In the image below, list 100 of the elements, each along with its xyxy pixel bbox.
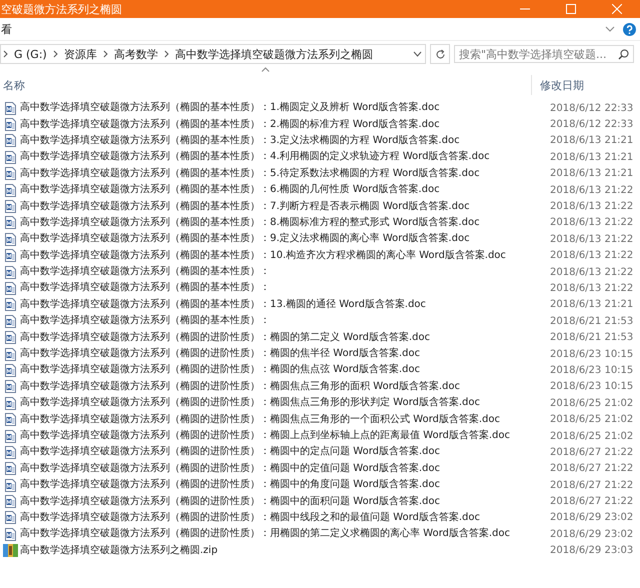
ribbon-tab[interactable]: 看 — [0, 22, 605, 36]
document-icon — [4, 380, 16, 394]
file-name[interactable]: 高中数学选择填空破题微方法系列（椭圆的进阶性质）：椭圆中的定点问题 Word版含答案.doc — [20, 445, 542, 460]
file-name[interactable]: 高中数学选择填空破题微方法系列（椭圆的基本性质）：8.椭圆标准方程的整式形式 Word版含答案.doc — [20, 216, 542, 230]
maximize-icon[interactable] — [566, 4, 576, 14]
help-icon[interactable] — [623, 22, 636, 36]
file-name[interactable]: 高中数学选择填空破题微方法系列（椭圆的进阶性质）：椭圆焦点三角形的一个面积公式 Word版含答案.doc — [20, 412, 542, 427]
modified-date: 2018/6/23 10:15 — [549, 364, 634, 376]
chevron-right-icon — [164, 50, 169, 58]
breadcrumb[interactable]: 高考数学 — [114, 46, 158, 62]
modified-date: 2018/6/27 21:22 — [549, 463, 634, 474]
file-name[interactable]: 高中数学选择填空破题微方法系列（椭圆的进阶性质）：用椭圆的第二定义求椭圆的离心率 Word版含答案.doc — [20, 527, 542, 542]
file-name[interactable]: 高中数学选择填空破题微方法系列之椭圆.zip — [20, 544, 542, 558]
modified-date: 2018/6/21 21:53 — [549, 316, 634, 327]
modified-date: 2018/6/27 21:22 — [549, 446, 634, 458]
document-icon — [4, 216, 16, 230]
file-name[interactable]: 高中数学选择填空破题微方法系列（椭圆的基本性质）：5.待定系数法求椭圆的方程 Word版含答案.doc — [20, 166, 542, 181]
file-name[interactable]: 高中数学选择填空破题微方法系列（椭圆的基本性质）：13.椭圆的通径 Word版含答案.doc — [20, 298, 542, 312]
modified-date: 2018/6/29 23:03 — [549, 545, 634, 556]
modified-date: 2018/6/23 10:15 — [549, 381, 634, 392]
modified-date: 2018/6/13 21:22 — [549, 266, 634, 278]
file-name[interactable]: 高中数学选择填空破题微方法系列（椭圆的进阶性质）：椭圆的焦点弦 Word版含答案.doc — [20, 363, 542, 378]
window-title: 空破题微方法系列之椭圆 — [0, 2, 123, 16]
modified-date: 2018/6/13 21:22 — [549, 201, 634, 212]
archive-icon — [2, 544, 18, 558]
document-icon — [4, 102, 16, 115]
column-header[interactable]: 名称 — [0, 78, 531, 92]
file-name[interactable]: 高中数学选择填空破题微方法系列（椭圆的进阶性质）：椭圆中的角度问题 Word版含答案.doc — [20, 478, 542, 492]
modified-date: 2018/6/13 21:21 — [549, 299, 634, 310]
column-header[interactable]: 修改日期 — [531, 75, 620, 95]
document-icon — [4, 134, 16, 148]
document-icon — [4, 200, 16, 214]
file-name[interactable]: 高中数学选择填空破题微方法系列（椭圆的基本性质）：4.利用椭圆的定义求轨迹方程 Word版含答案.doc — [20, 150, 542, 164]
modified-date: 2018/6/13 21:22 — [549, 234, 634, 245]
modified-date: 2018/6/13 21:21 — [549, 152, 634, 163]
document-icon — [4, 446, 16, 459]
document-icon — [4, 331, 16, 344]
file-name[interactable]: 高中数学选择填空破题微方法系列（椭圆的进阶性质）：椭圆的第二定义 Word版含答案.doc — [20, 330, 542, 345]
modified-date: 2018/6/13 21:21 — [549, 168, 634, 180]
modified-date: 2018/6/29 23:02 — [549, 528, 634, 540]
close-icon[interactable] — [612, 4, 622, 14]
document-icon — [4, 167, 16, 180]
chevron-right-icon — [3, 50, 8, 58]
chevron-right-icon — [102, 50, 108, 58]
sort-caret-icon — [260, 67, 270, 72]
modified-date: 2018/6/12 22:33 — [549, 102, 634, 114]
file-name[interactable]: 高中数学选择填空破题微方法系列（椭圆的基本性质）：9.定义法求椭圆的离心率 Word版含答案.doc — [20, 232, 542, 246]
modified-date: 2018/6/25 21:02 — [549, 430, 634, 442]
file-name[interactable]: 高中数学选择填空破题微方法系列（椭圆的基本性质）： — [20, 265, 542, 280]
file-name[interactable]: 高中数学选择填空破题微方法系列（椭圆的基本性质）：6.椭圆的几何性质 Word版含答案.doc — [20, 183, 542, 198]
document-icon — [4, 348, 16, 361]
document-icon — [4, 150, 16, 164]
file-name[interactable]: 高中数学选择填空破题微方法系列（椭圆的进阶性质）：椭圆中线段之和的最值问题 Word版含答案.doc — [20, 510, 542, 525]
chevron-icon[interactable] — [605, 26, 615, 32]
refresh-icon[interactable] — [434, 48, 446, 60]
chevron-right-icon — [52, 50, 58, 58]
document-icon — [4, 462, 16, 476]
document-icon — [4, 528, 16, 541]
file-name[interactable]: 高中数学选择填空破题微方法系列（椭圆的进阶性质）：椭圆焦点三角形的形状判定 Word版含答案.doc — [20, 396, 542, 410]
file-name[interactable]: 高中数学选择填空破题微方法系列（椭圆的基本性质）：10.构造齐次方程求椭圆的离心率 Word版含答案.doc — [20, 248, 542, 263]
file-name[interactable]: 高中数学选择填空破题微方法系列（椭圆的基本性质）：3.定义法求椭圆的方程 Word版含答案.doc — [20, 134, 542, 148]
breadcrumb[interactable]: G (G:) — [14, 48, 47, 60]
modified-date: 2018/6/25 21:02 — [549, 414, 634, 426]
document-icon — [4, 118, 16, 132]
search-icon[interactable] — [618, 48, 629, 60]
modified-date: 2018/6/29 23:02 — [549, 512, 634, 524]
file-name[interactable]: 高中数学选择填空破题微方法系列（椭圆的进阶性质）：椭圆中的定值问题 Word版含答案.doc — [20, 462, 542, 476]
modified-date: 2018/6/27 21:22 — [549, 496, 634, 508]
file-name[interactable]: 高中数学选择填空破题微方法系列（椭圆的基本性质）： — [20, 314, 542, 328]
breadcrumb[interactable]: 高中数学选择填空破题微方法系列之椭圆 — [174, 46, 373, 62]
document-icon — [4, 430, 16, 442]
modified-date: 2018/6/13 21:22 — [549, 250, 634, 262]
document-icon — [4, 249, 16, 262]
file-name[interactable]: 高中数学选择填空破题微方法系列（椭圆的进阶性质）：椭圆的焦半径 Word版含答案.doc — [20, 347, 542, 362]
document-icon — [4, 314, 16, 328]
file-name[interactable]: 高中数学选择填空破题微方法系列（椭圆的基本性质）：1.椭圆定义及辨析 Word版含答案.doc — [20, 101, 542, 116]
document-icon — [4, 413, 16, 426]
file-name[interactable]: 高中数学选择填空破题微方法系列（椭圆的基本性质）：7.判断方程是否表示椭圆 Word版含答案.doc — [20, 200, 542, 214]
document-icon — [4, 184, 16, 197]
file-name[interactable]: 高中数学选择填空破题微方法系列（椭圆的基本性质）：2.椭圆的标准方程 Word版含答案.doc — [20, 118, 542, 132]
document-icon — [4, 364, 16, 377]
breadcrumb[interactable]: 资源库 — [64, 46, 97, 62]
document-icon — [4, 232, 16, 246]
document-icon — [4, 282, 16, 295]
file-name[interactable]: 高中数学选择填空破题微方法系列（椭圆的进阶性质）：椭圆上点到坐标轴上点的距离最值 Word版含答案.doc — [20, 429, 542, 443]
dropdown-icon[interactable] — [413, 51, 422, 57]
document-icon — [4, 478, 16, 492]
modified-date: 2018/6/23 10:15 — [549, 348, 634, 360]
document-icon — [4, 511, 16, 524]
search-field[interactable]: 搜索"高中数学选择填空破题... — [454, 45, 634, 63]
modified-date: 2018/6/13 21:22 — [549, 217, 634, 228]
file-name[interactable]: 高中数学选择填空破题微方法系列（椭圆的基本性质）： — [20, 281, 542, 296]
modified-date: 2018/6/13 21:22 — [549, 282, 634, 294]
file-name[interactable]: 高中数学选择填空破题微方法系列（椭圆的进阶性质）：椭圆焦点三角形的面积 Word版含答案.doc — [20, 380, 542, 394]
file-name[interactable]: 高中数学选择填空破题微方法系列（椭圆的进阶性质）：椭圆中的面积问题 Word版含答案.doc — [20, 494, 542, 509]
document-icon — [4, 266, 16, 279]
document-icon — [4, 298, 16, 312]
address-bar[interactable]: G (G:) 资源库 高考数学 高中数学选择填空破题微方法系列之椭圆 — [0, 44, 426, 64]
modified-date: 2018/6/27 21:22 — [549, 480, 634, 491]
modified-date: 2018/6/13 21:22 — [549, 184, 634, 196]
